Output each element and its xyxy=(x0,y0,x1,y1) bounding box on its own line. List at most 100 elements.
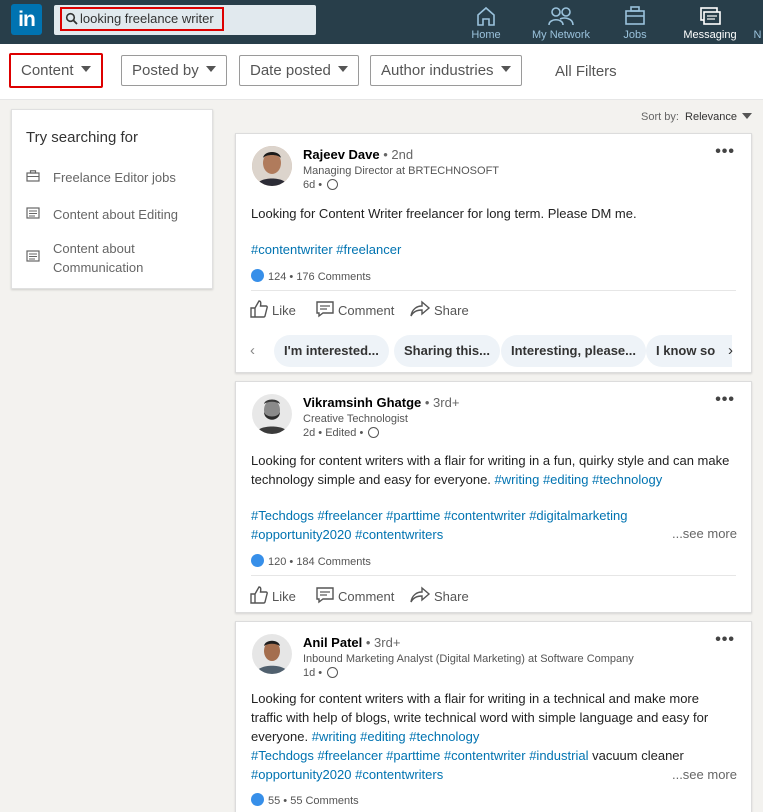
post-hashtags[interactable]: #contentwriter #freelancer xyxy=(251,240,741,259)
share-button[interactable]: Share xyxy=(409,299,469,319)
reactions-text: 55 • 55 Comments xyxy=(268,795,359,807)
post-text-body: everyone. xyxy=(251,729,309,744)
chevron-down-icon xyxy=(337,66,348,72)
post-inline-hashtags[interactable]: #writing #editing #technology xyxy=(312,729,480,744)
see-more-link[interactable]: ...see more xyxy=(672,526,737,541)
like-reaction-icon xyxy=(251,554,264,567)
linkedin-logo[interactable]: in xyxy=(11,4,42,35)
post-card: Anil Patel • 3rd+ Inbound Marketing Anal… xyxy=(235,621,752,812)
comment-button[interactable]: Comment xyxy=(315,585,394,605)
timestamp-text: 2d • Edited • xyxy=(303,427,364,439)
chevron-down-icon xyxy=(80,66,91,72)
author-industries-filter-button[interactable]: Author industries xyxy=(370,55,522,86)
all-filters-button[interactable]: All Filters xyxy=(555,63,617,80)
avatar[interactable] xyxy=(252,394,292,434)
sort-by[interactable]: Sort by: Relevance xyxy=(641,111,753,123)
try-searching-title: Try searching for xyxy=(26,129,138,146)
like-label: Like xyxy=(272,303,296,318)
more-options-icon[interactable]: ••• xyxy=(715,391,735,409)
chevron-down-icon xyxy=(742,113,753,119)
post-text-line: Looking for content writers with a flair… xyxy=(251,691,699,706)
post-author-name[interactable]: Rajeev Dave • 2nd xyxy=(303,147,413,162)
comment-label: Comment xyxy=(338,589,395,604)
author-industries-filter-label: Author industries xyxy=(381,62,494,79)
share-icon xyxy=(410,300,431,317)
chevron-right-icon[interactable]: › xyxy=(728,342,733,359)
more-options-icon[interactable]: ••• xyxy=(715,143,735,161)
nav-jobs[interactable]: Jobs xyxy=(622,4,648,42)
author-headline: Creative Technologist xyxy=(303,413,408,425)
post-hashtags[interactable]: #Techdogs #freelancer #parttime #content… xyxy=(251,748,588,763)
divider xyxy=(251,575,736,576)
more-options-icon[interactable]: ••• xyxy=(715,631,735,649)
nav-home[interactable]: Home xyxy=(470,4,502,42)
nav-my-network-label: My Network xyxy=(531,29,591,41)
suggestion-label: Content about Editing xyxy=(53,207,179,222)
post-hashtags[interactable]: #opportunity2020 #contentwriters xyxy=(251,765,741,784)
avatar[interactable] xyxy=(252,634,292,674)
post-timestamp: 1d • xyxy=(303,667,339,679)
author-headline: Managing Director at BRTECHNOSOFT xyxy=(303,165,500,177)
reactions-count[interactable]: 120 • 184 Comments xyxy=(251,554,371,568)
author-name: Vikramsinh Ghatge xyxy=(303,395,422,410)
document-icon xyxy=(26,250,40,262)
author-headline: Inbound Marketing Analyst (Digital Marke… xyxy=(303,653,634,665)
post-text-line: #Techdogs #freelancer #parttime #content… xyxy=(251,746,741,765)
avatar[interactable] xyxy=(252,146,292,186)
reactions-count[interactable]: 124 • 176 Comments xyxy=(251,269,371,283)
nav-notifications[interactable]: N xyxy=(752,4,763,42)
quick-reply-chip[interactable]: Interesting, please... xyxy=(501,335,646,367)
share-button[interactable]: Share xyxy=(409,585,469,605)
post-author-name[interactable]: Anil Patel • 3rd+ xyxy=(303,635,400,650)
sort-by-value: Relevance xyxy=(685,111,738,123)
person-icon xyxy=(252,146,292,186)
briefcase-icon xyxy=(625,6,645,25)
search-icon xyxy=(65,12,78,25)
see-more-link[interactable]: ...see more xyxy=(672,767,737,782)
post-hashtags[interactable]: #Techdogs #freelancer #parttime #content… xyxy=(251,506,741,525)
post-text: Looking for content writers with a flair… xyxy=(251,451,741,489)
nav-jobs-label: Jobs xyxy=(623,29,647,41)
chevron-down-icon xyxy=(500,66,511,72)
comment-label: Comment xyxy=(338,303,395,318)
quick-reply-chip[interactable]: Sharing this... xyxy=(394,335,500,367)
content-filter-button[interactable]: Content xyxy=(9,53,103,88)
share-label: Share xyxy=(434,589,469,604)
quick-reply-chip[interactable]: I know so xyxy=(646,335,732,367)
timestamp-text: 6d • xyxy=(303,179,323,191)
comment-icon xyxy=(316,301,334,318)
suggestion-label: Freelance Editor jobs xyxy=(53,170,176,185)
chevron-left-icon[interactable]: ‹ xyxy=(250,342,255,359)
top-nav: in Home My Network Jobs xyxy=(0,0,763,44)
quick-reply-chip[interactable]: I'm interested... xyxy=(274,335,389,367)
date-posted-filter-button[interactable]: Date posted xyxy=(239,55,359,86)
briefcase-icon xyxy=(26,170,40,182)
network-icon xyxy=(548,7,574,26)
post-card: Rajeev Dave • 2nd Managing Director at B… xyxy=(235,133,752,373)
reactions-text: 120 • 184 Comments xyxy=(268,556,371,568)
globe-icon xyxy=(327,179,339,190)
post-hashtags[interactable]: #opportunity2020 #contentwriters xyxy=(251,525,551,544)
post-card: Vikramsinh Ghatge • 3rd+ Creative Techno… xyxy=(235,381,752,613)
notifications-icon xyxy=(752,4,763,28)
reactions-count[interactable]: 55 • 55 Comments xyxy=(251,793,359,807)
like-reaction-icon xyxy=(251,269,264,282)
like-reaction-icon xyxy=(251,793,264,806)
post-inline-hashtags[interactable]: #writing #editing #technology xyxy=(495,472,663,487)
post-author-name[interactable]: Vikramsinh Ghatge • 3rd+ xyxy=(303,395,459,410)
globe-icon xyxy=(327,667,339,678)
quick-reply-chips: ‹ I'm interested... Sharing this... Inte… xyxy=(236,335,751,369)
nav-messaging[interactable]: Messaging xyxy=(682,4,738,42)
chevron-down-icon xyxy=(205,66,216,72)
post-text-line: everyone. #writing #editing #technology xyxy=(251,727,741,746)
nav-my-network[interactable]: My Network xyxy=(530,4,592,42)
comment-button[interactable]: Comment xyxy=(315,299,394,319)
like-button[interactable]: Like xyxy=(249,299,296,319)
thumbs-up-icon xyxy=(250,300,268,318)
post-text-body: vacuum cleaner xyxy=(592,748,684,763)
post-text-line: traffic with help of blogs, write techni… xyxy=(251,710,709,725)
search-input[interactable] xyxy=(80,11,220,26)
post-timestamp: 6d • xyxy=(303,179,339,191)
posted-by-filter-button[interactable]: Posted by xyxy=(121,55,227,86)
like-button[interactable]: Like xyxy=(249,585,296,605)
